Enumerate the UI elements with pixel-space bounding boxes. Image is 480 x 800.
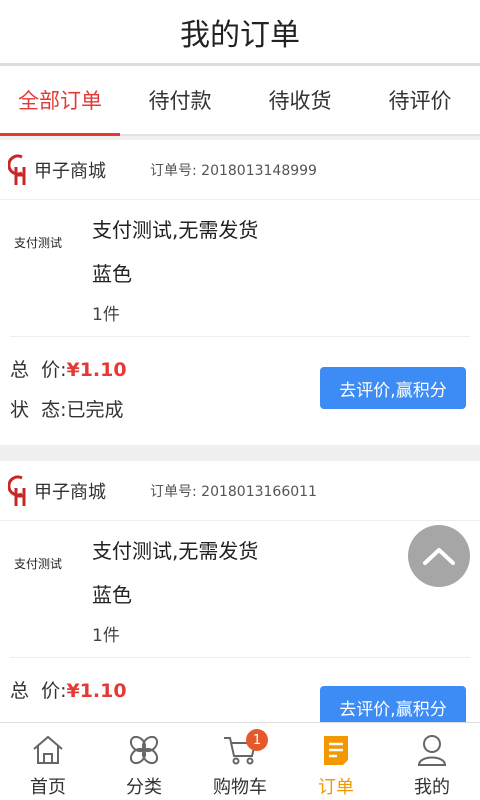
tab-pending-payment[interactable]: 待付款 xyxy=(120,66,240,134)
status-value: 已完成 xyxy=(66,399,124,421)
total-label: 总 价: xyxy=(10,680,67,702)
shop-logo-icon xyxy=(8,154,26,185)
nav-label: 分类 xyxy=(126,777,162,798)
total-label: 总 价: xyxy=(10,359,67,381)
tab-pending-review[interactable]: 待评价 xyxy=(360,66,480,134)
nav-label: 我的 xyxy=(414,777,450,798)
order-list: 甲子商城 订单号: 2018013148999 支付测试 支付测试,无需发货 蓝… xyxy=(0,140,480,782)
status-label: 状 态: xyxy=(10,399,67,421)
goods-color: 蓝色 xyxy=(92,583,132,607)
goods-thumbnail[interactable]: 支付测试 xyxy=(10,537,82,657)
goods-quantity: 1件 xyxy=(92,626,120,646)
user-icon xyxy=(413,731,451,769)
tab-all-orders[interactable]: 全部订单 xyxy=(0,66,120,136)
shop-logo-icon xyxy=(8,475,26,506)
order-summary: 总 价: ¥1.10 状 态: 已完成 去评价,赢积分 xyxy=(0,337,480,445)
shop-row: 甲子商城 订单号: 2018013148999 xyxy=(0,140,480,200)
total-price: ¥1.10 xyxy=(66,680,127,702)
shop-row: 甲子商城 订单号: 2018013166011 xyxy=(0,461,480,521)
nav-label: 购物车 xyxy=(213,777,267,798)
order-icon xyxy=(317,731,355,769)
chevron-up-icon xyxy=(423,548,455,565)
cart-count-badge: 1 xyxy=(246,729,268,751)
category-icon xyxy=(125,731,163,769)
header: 我的订单 xyxy=(0,0,480,66)
scroll-to-top-button[interactable] xyxy=(408,525,470,587)
goods-info: 支付测试,无需发货 蓝色 1件 xyxy=(82,537,258,657)
nav-item-orders[interactable]: 订单 xyxy=(288,723,384,800)
goods-info: 支付测试,无需发货 蓝色 1件 xyxy=(82,216,258,336)
shop-name[interactable]: 甲子商城 xyxy=(34,157,146,183)
order-number: 订单号: 2018013166011 xyxy=(150,483,317,500)
order-number: 订单号: 2018013148999 xyxy=(150,162,317,179)
goods-title: 支付测试,无需发货 xyxy=(92,539,259,563)
total-price: ¥1.10 xyxy=(66,359,127,381)
nav-item-home[interactable]: 首页 xyxy=(0,723,96,800)
tab-pending-receipt[interactable]: 待收货 xyxy=(240,66,360,134)
goods-row[interactable]: 支付测试 支付测试,无需发货 蓝色 1件 xyxy=(10,200,470,337)
shop-name[interactable]: 甲子商城 xyxy=(34,478,146,504)
goods-row[interactable]: 支付测试 支付测试,无需发货 蓝色 1件 xyxy=(10,521,470,658)
page-title: 我的订单 xyxy=(180,17,300,53)
nav-item-cart[interactable]: 1 购物车 xyxy=(192,723,288,800)
nav-item-category[interactable]: 分类 xyxy=(96,723,192,800)
review-button[interactable]: 去评价,赢积分 xyxy=(320,367,466,409)
goods-color: 蓝色 xyxy=(92,262,132,286)
order-tabs: 全部订单 待付款 待收货 待评价 xyxy=(0,66,480,136)
order-card: 甲子商城 订单号: 2018013148999 支付测试 支付测试,无需发货 蓝… xyxy=(0,140,480,445)
order-card: 甲子商城 订单号: 2018013166011 支付测试 支付测试,无需发货 蓝… xyxy=(0,461,480,766)
goods-title: 支付测试,无需发货 xyxy=(92,218,259,242)
bottom-nav: 首页 分类 1 购物车 订单 我的 xyxy=(0,722,480,800)
goods-thumbnail[interactable]: 支付测试 xyxy=(10,216,82,336)
goods-quantity: 1件 xyxy=(92,305,120,325)
nav-label: 首页 xyxy=(30,777,66,798)
home-icon xyxy=(29,731,67,769)
nav-label: 订单 xyxy=(318,777,354,798)
nav-item-profile[interactable]: 我的 xyxy=(384,723,480,800)
orders-page: 我的订单 全部订单 待付款 待收货 待评价 甲子商城 订单号: 20180131… xyxy=(0,0,480,800)
